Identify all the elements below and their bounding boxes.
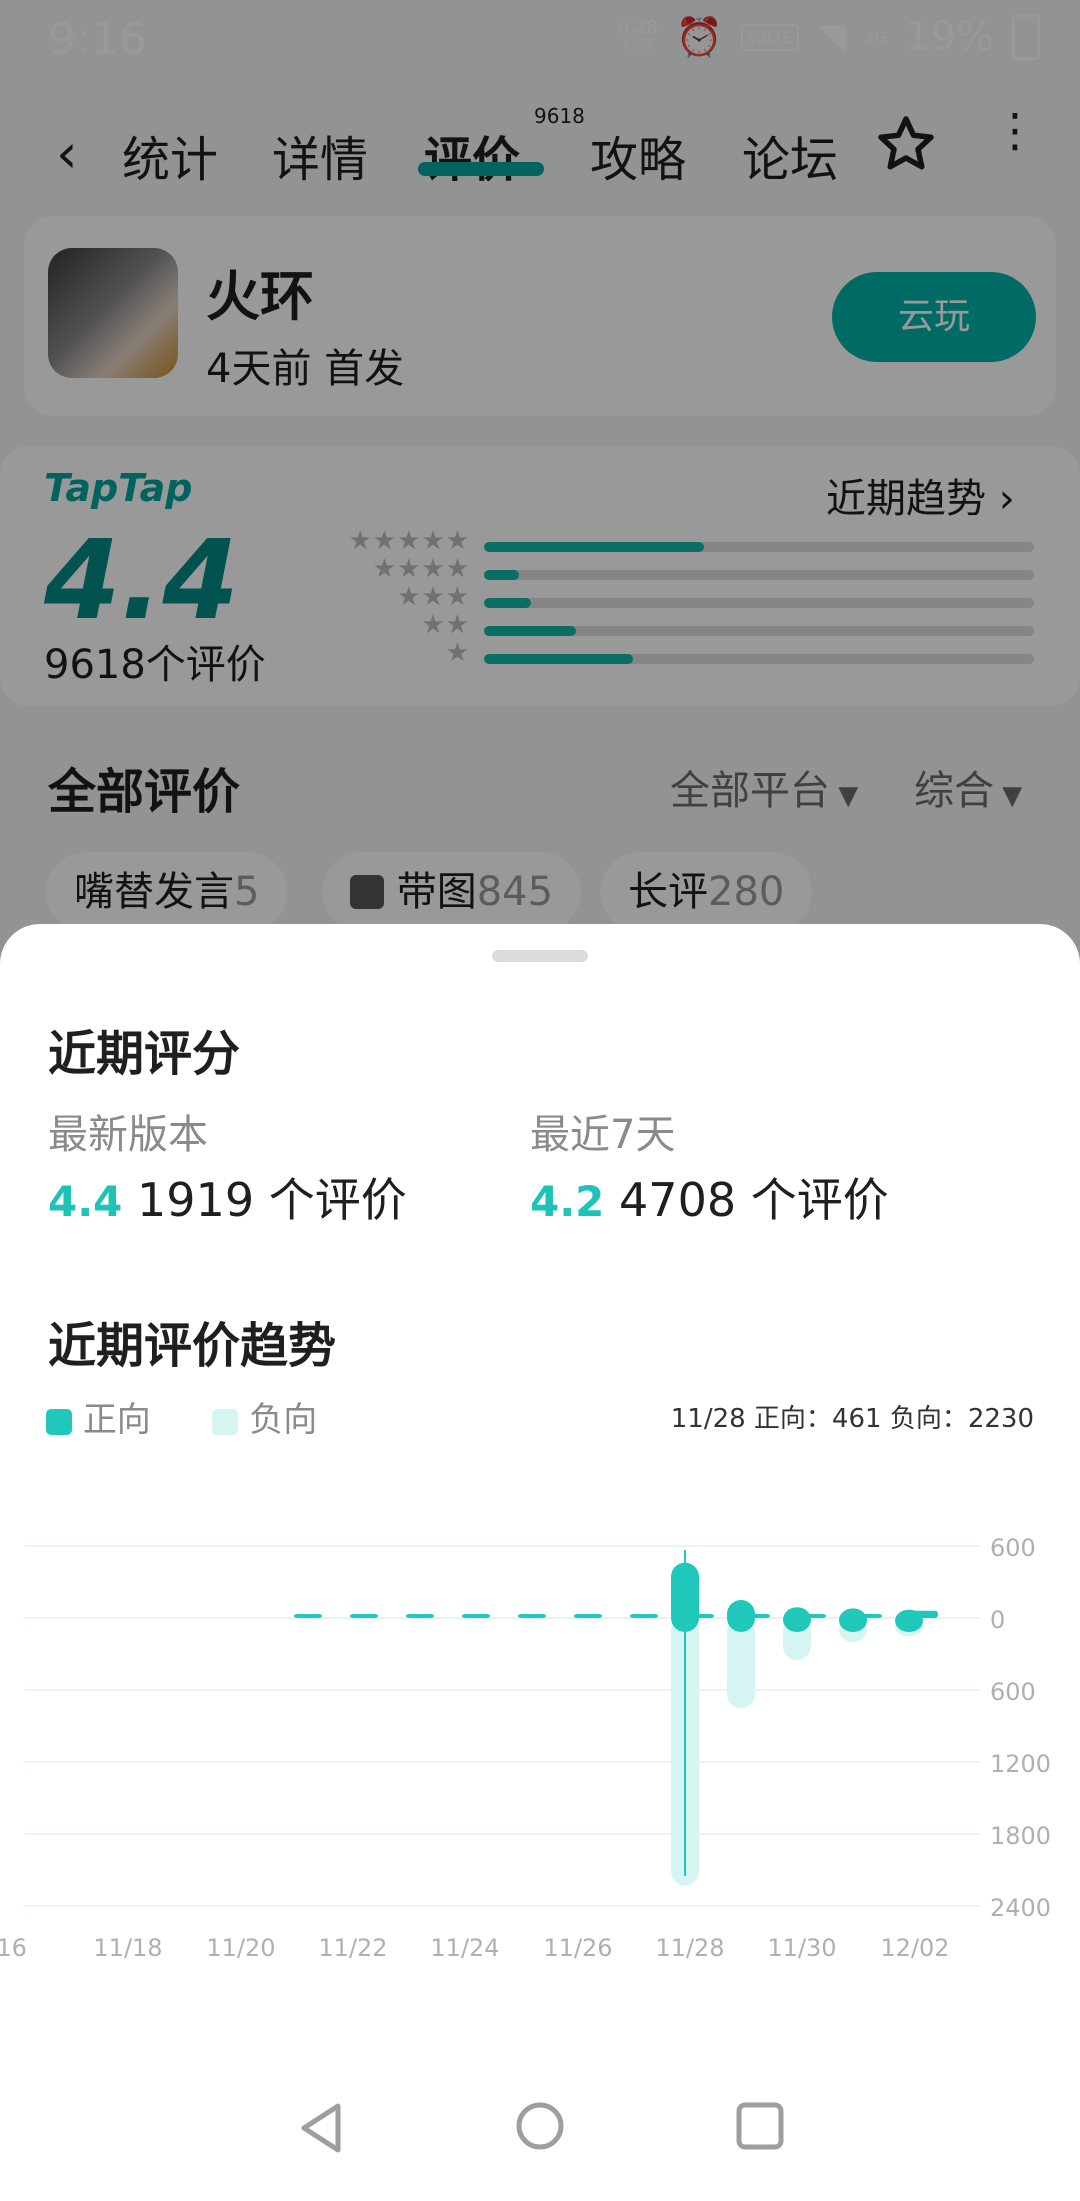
y-tick-label: 600 (990, 1534, 1036, 1562)
legend: 正向 负向 (46, 1392, 317, 1441)
x-tick-label: 11/22 (318, 1934, 387, 1962)
trend-title: 近期评价趋势 (48, 1318, 337, 1374)
sheet-drag-handle[interactable] (492, 950, 588, 962)
back-icon[interactable] (296, 2100, 346, 2156)
y-tick-label: 600 (990, 1678, 1036, 1706)
last7-count: 4708 个评价 (619, 1173, 889, 1227)
bar-positive (518, 1614, 546, 1618)
y-tick-label: 1200 (990, 1750, 1051, 1778)
recents-icon[interactable] (734, 2100, 786, 2152)
trend-chart[interactable]: 600 0 600 1200 1800 2400 1/16 11/18 11/20 11/22 11… (0, 1490, 1080, 1970)
x-tick-label: 12/02 (880, 1934, 949, 1962)
legend-negative-label: 负向 (249, 1400, 318, 1440)
x-tick-label: 11/26 (543, 1934, 612, 1962)
bar-positive (630, 1614, 658, 1618)
x-tick-label: 11/28 (655, 1934, 724, 1962)
x-tick-label: 11/30 (767, 1934, 836, 1962)
x-tick-label: 11/18 (93, 1934, 162, 1962)
legend-positive-label: 正向 (82, 1400, 151, 1440)
legend-negative-swatch (212, 1408, 239, 1435)
latest-version-label: 最新版本 (48, 1112, 208, 1158)
bar-positive (727, 1600, 755, 1632)
x-tick-label: 11/24 (430, 1934, 499, 1962)
bar-positive (462, 1614, 490, 1618)
last7-label: 最近7天 (530, 1112, 676, 1158)
last7-score-value: 4.2 (530, 1177, 605, 1226)
recent-rating-title: 近期评分 (48, 1026, 241, 1082)
home-icon[interactable] (514, 2100, 566, 2152)
bar-positive (350, 1614, 378, 1618)
latest-version-score: 4.4 1919 个评价 (48, 1164, 407, 1230)
bar-positive (895, 1609, 923, 1632)
last7-score: 4.2 4708 个评价 (530, 1164, 889, 1230)
chart-tooltip: 11/28 正向：461 负向：2230 (670, 1404, 1034, 1434)
y-tick-label: 0 (990, 1606, 1005, 1634)
latest-version-score-value: 4.4 (48, 1177, 123, 1226)
x-tick-label: 11/20 (206, 1934, 275, 1962)
bar-positive (839, 1608, 867, 1632)
x-tick-label: 1/16 (0, 1934, 27, 1962)
y-tick-label: 1800 (990, 1822, 1051, 1850)
latest-version-count: 1919 个评价 (137, 1173, 407, 1227)
legend-positive-swatch (46, 1408, 72, 1435)
bar-positive (406, 1614, 434, 1618)
bar-positive (294, 1614, 322, 1618)
bar-positive (783, 1607, 811, 1632)
y-tick-label: 2400 (990, 1894, 1051, 1922)
bar-positive (574, 1614, 602, 1618)
